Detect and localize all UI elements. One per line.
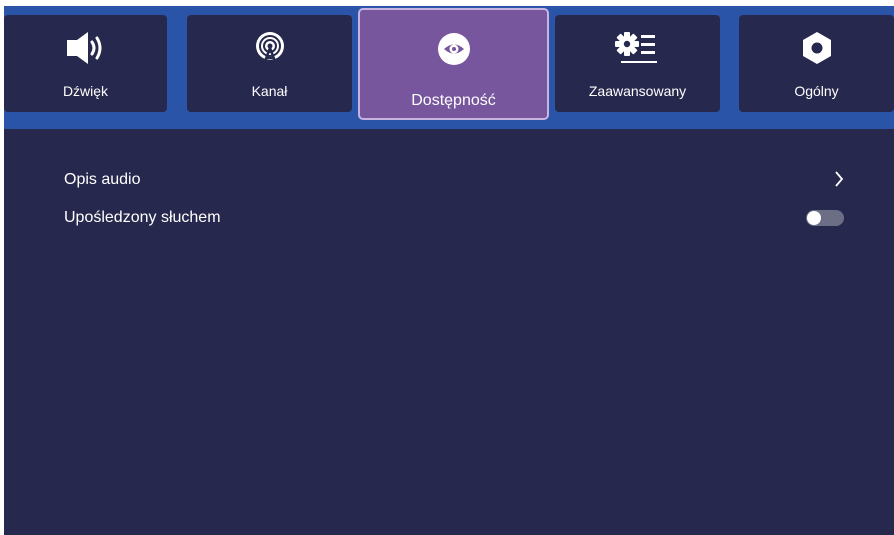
settings-screen: Dźwięk Kanał Dostępność Zaawansowany Ogó… (4, 6, 894, 535)
speaker-icon (4, 31, 167, 65)
tab-label: Zaawansowany (588, 83, 687, 99)
category-tab-bar: Dźwięk Kanał Dostępność Zaawansowany Ogó… (4, 6, 894, 129)
hearing-impaired-item[interactable]: Upośledzony słuchem (64, 203, 844, 233)
advanced-settings-icon (555, 31, 720, 65)
hearing-impaired-toggle[interactable] (806, 210, 844, 226)
tab-advanced[interactable]: Zaawansowany (555, 15, 720, 112)
gear-icon (739, 31, 894, 65)
hearing-impaired-label: Upośledzony słuchem (64, 209, 221, 226)
audio-description-label: Opis audio (64, 171, 141, 188)
eye-icon (360, 32, 547, 66)
tab-general[interactable]: Ogólny (739, 15, 894, 112)
tab-label: Dostępność (411, 92, 496, 109)
tab-sound[interactable]: Dźwięk (4, 15, 167, 112)
tab-label: Dźwięk (62, 83, 109, 99)
tab-channel[interactable]: Kanał (187, 15, 352, 112)
toggle-knob (807, 211, 821, 225)
tab-accessibility[interactable]: Dostępność (358, 8, 549, 120)
tab-label: Kanał (251, 83, 288, 99)
audio-description-item[interactable]: Opis audio (64, 165, 844, 195)
chevron-right-icon (834, 169, 844, 194)
tab-label: Ogólny (794, 83, 839, 99)
antenna-icon (187, 31, 352, 65)
